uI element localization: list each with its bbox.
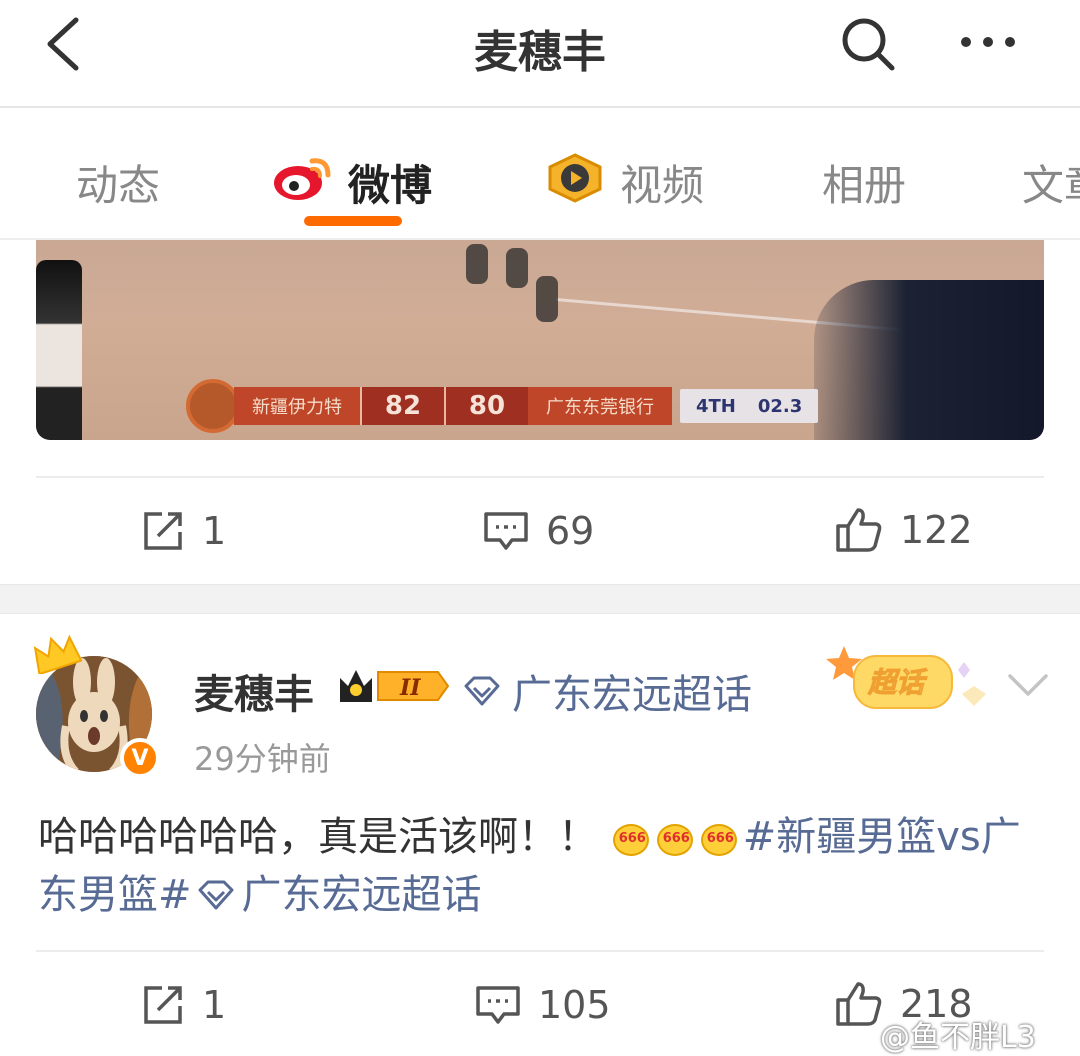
topic-inline-text: 广东宏远超话 bbox=[241, 872, 482, 918]
page-title: 麦穗丰 bbox=[474, 27, 606, 78]
repost-count: 1 bbox=[202, 983, 227, 1027]
emoji-666-icon: 666 bbox=[699, 816, 741, 856]
repost-icon bbox=[144, 512, 182, 550]
user-avatar[interactable]: V bbox=[33, 634, 160, 778]
team-right: 广东东莞银行 bbox=[528, 387, 672, 425]
player-figure bbox=[466, 244, 488, 284]
repost-icon bbox=[144, 986, 182, 1024]
supertopic-diamond-icon bbox=[198, 880, 234, 910]
topic-link[interactable]: 广东宏远超话 bbox=[462, 662, 752, 720]
player-figure bbox=[536, 276, 558, 322]
player-figure bbox=[506, 248, 528, 288]
tab-album[interactable]: 相册 bbox=[822, 152, 906, 213]
emoji-666-icon: 666 bbox=[655, 816, 697, 856]
tab-weibo[interactable]: 微博 bbox=[272, 152, 432, 213]
topic-name: 广东宏远超话 bbox=[512, 672, 752, 718]
tab-label: 文章 bbox=[1022, 161, 1080, 210]
comment-icon bbox=[476, 986, 520, 1024]
comment-button[interactable]: 69 bbox=[482, 508, 594, 554]
post-text: 哈哈哈哈哈哈，真是活该啊！！ bbox=[38, 814, 598, 860]
score-left: 82 bbox=[360, 387, 444, 425]
video-badge-icon bbox=[544, 152, 606, 213]
comment-button[interactable]: 105 bbox=[474, 982, 611, 1028]
divider bbox=[36, 950, 1044, 952]
repost-count: 1 bbox=[202, 509, 227, 553]
tab-label: 动态 bbox=[76, 161, 161, 210]
period: 4TH bbox=[696, 395, 736, 417]
tab-articles[interactable]: 文章 bbox=[1022, 152, 1080, 213]
username[interactable]: 麦穗丰 bbox=[194, 662, 314, 720]
comment-count: 105 bbox=[538, 983, 611, 1027]
verified-badge-icon: V bbox=[120, 738, 160, 778]
tab-label: 视频 bbox=[620, 161, 705, 210]
like-count: 122 bbox=[900, 508, 973, 552]
tab-label: 相册 bbox=[822, 161, 907, 210]
watermark: @鱼不胖L3 bbox=[880, 1020, 1036, 1055]
more-options-icon[interactable] bbox=[956, 20, 1020, 64]
supertopic-diamond-icon bbox=[464, 676, 500, 706]
tab-dynamics[interactable]: 动态 bbox=[76, 152, 160, 213]
active-tab-indicator bbox=[304, 216, 402, 226]
team-left: 新疆伊力特 bbox=[234, 387, 360, 425]
thumbs-up-icon bbox=[836, 508, 882, 552]
supertopic-label: 超话 bbox=[867, 666, 928, 699]
profile-tabs: 动态 微博 视频 相册 文章 bbox=[0, 110, 1080, 240]
level-text: II bbox=[399, 675, 421, 701]
emoji-666-icon: 666 bbox=[611, 816, 653, 856]
chevron-down-icon[interactable] bbox=[1006, 668, 1050, 702]
score-right: 80 bbox=[444, 387, 528, 425]
basketball-icon bbox=[186, 379, 240, 433]
crown-icon bbox=[33, 634, 82, 674]
video-thumbnail[interactable]: 新疆伊力特 82 80 广东东莞银行 4TH 02.3 bbox=[36, 240, 1044, 440]
game-clock: 4TH 02.3 bbox=[680, 389, 819, 423]
top-bar: 麦穗丰 bbox=[0, 0, 1080, 108]
post-time: 29分钟前 bbox=[194, 740, 331, 778]
search-icon[interactable] bbox=[838, 14, 898, 74]
repost-button[interactable]: 1 bbox=[140, 508, 226, 554]
comment-count: 69 bbox=[546, 509, 595, 553]
referee-figure bbox=[36, 260, 82, 440]
topic-inline-link[interactable]: 广东宏远超话 bbox=[192, 872, 482, 918]
divider bbox=[36, 476, 1044, 478]
post-content: 哈哈哈哈哈哈，真是活该啊！！ 666 666 666 #新疆男篮vs广东男篮# 广东宏远… bbox=[38, 808, 1048, 924]
supertopic-badge-icon[interactable]: 超话 bbox=[824, 642, 992, 722]
like-button[interactable]: 122 bbox=[834, 506, 973, 554]
clock-time: 02.3 bbox=[757, 395, 803, 417]
tab-label: 微博 bbox=[348, 161, 433, 210]
crowd-figures bbox=[814, 280, 1044, 440]
comment-icon bbox=[484, 512, 528, 550]
post-separator bbox=[0, 584, 1080, 614]
repost-button[interactable]: 1 bbox=[140, 982, 226, 1028]
weibo-logo-icon bbox=[272, 153, 334, 213]
tab-video[interactable]: 视频 bbox=[544, 152, 704, 213]
scoreboard: 新疆伊力特 82 80 广东东莞银行 4TH 02.3 bbox=[186, 379, 819, 433]
thumbs-up-icon bbox=[836, 982, 882, 1026]
member-level-badge-icon[interactable]: II bbox=[338, 664, 450, 708]
